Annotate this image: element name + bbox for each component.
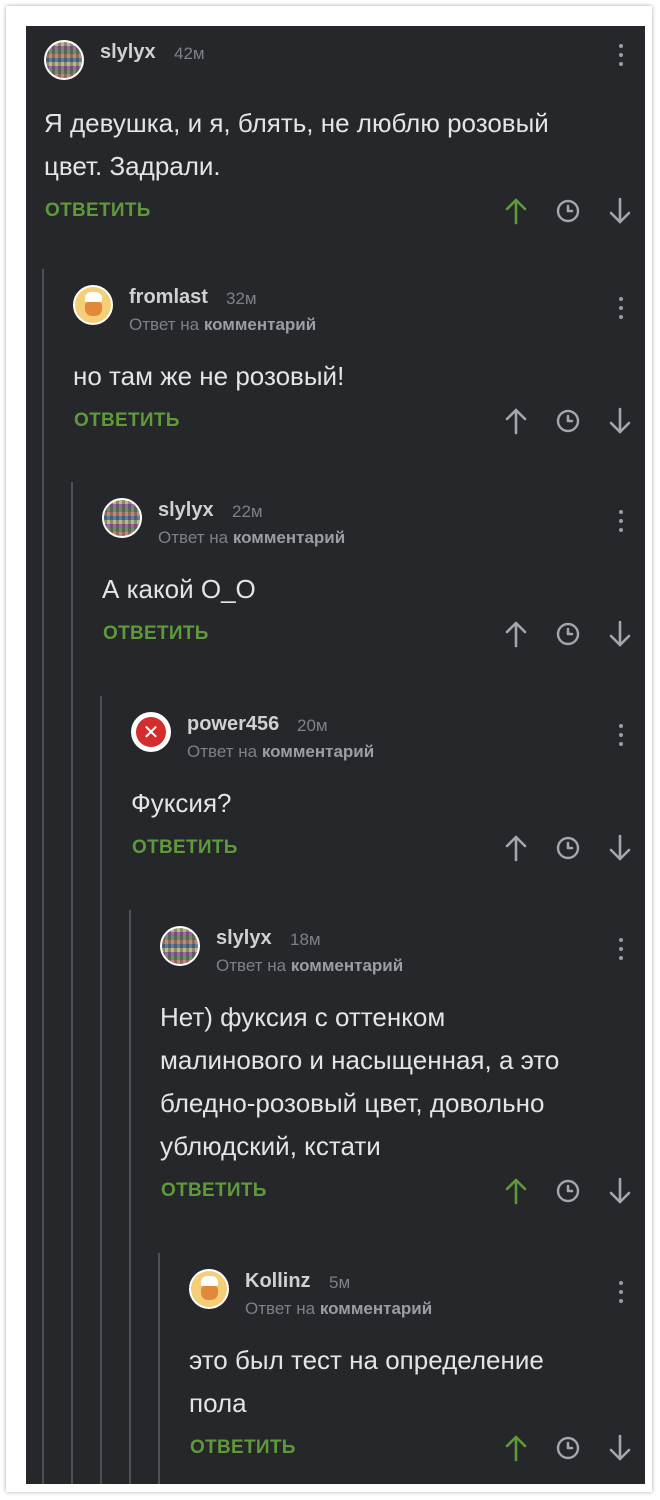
- reply-button[interactable]: ОТВЕТИТЬ: [161, 1180, 267, 1202]
- history-clock-icon[interactable]: [553, 619, 583, 649]
- user-avatar[interactable]: [44, 40, 84, 80]
- comment-text: но там же не розовый!: [73, 355, 344, 398]
- comment-time[interactable]: 5м: [329, 1273, 350, 1293]
- chef-face-shape: [201, 1286, 218, 1300]
- downvote-arrow-icon[interactable]: [605, 1176, 635, 1206]
- error-x-icon: ✕: [136, 717, 166, 747]
- reply-to-line: Ответ на комментарий: [245, 1299, 432, 1319]
- user-avatar[interactable]: ✕: [131, 712, 171, 752]
- reply-button[interactable]: ОТВЕТИТЬ: [190, 1437, 296, 1459]
- thread-indent-line: [42, 269, 44, 1484]
- upvote-arrow-icon[interactable]: [501, 1176, 531, 1206]
- comment-text-line: бледно-розовый цвет, довольно: [160, 1088, 545, 1118]
- comment-text-line: ублюдский, кстати: [160, 1131, 381, 1161]
- thread-indent-line: [100, 696, 102, 1484]
- comment-text: это был тест на определение пола: [189, 1339, 544, 1425]
- downvote-arrow-icon[interactable]: [605, 833, 635, 863]
- username[interactable]: slylyx: [216, 927, 272, 950]
- screenshot-frame: slylyx 42м Я девушка, и я, блять, не люблю…: [6, 6, 652, 1492]
- more-options-icon[interactable]: [618, 297, 624, 323]
- reply-to-link[interactable]: комментарий: [233, 528, 345, 547]
- downvote-arrow-icon[interactable]: [605, 619, 635, 649]
- comment-text: А какой О_О: [102, 568, 256, 611]
- history-clock-icon[interactable]: [553, 406, 583, 436]
- upvote-arrow-icon[interactable]: [501, 833, 531, 863]
- chef-hat-shape: [85, 292, 102, 302]
- chef-face-shape: [85, 302, 102, 316]
- comment-time[interactable]: 42м: [174, 44, 205, 64]
- comment-text-line: пола: [189, 1388, 247, 1418]
- more-options-icon[interactable]: [618, 510, 624, 536]
- username[interactable]: slylyx: [100, 41, 156, 64]
- history-clock-icon[interactable]: [553, 833, 583, 863]
- downvote-arrow-icon[interactable]: [605, 406, 635, 436]
- history-clock-icon[interactable]: [553, 1176, 583, 1206]
- reply-button[interactable]: ОТВЕТИТЬ: [103, 623, 209, 645]
- comment-text-line: малинового и насыщенная, а это: [160, 1045, 560, 1075]
- reply-to-line: Ответ на комментарий: [216, 956, 403, 976]
- comment-time[interactable]: 18м: [290, 930, 321, 950]
- comment-time[interactable]: 32м: [226, 289, 257, 309]
- comment-time[interactable]: 20м: [297, 716, 328, 736]
- upvote-arrow-icon[interactable]: [501, 406, 531, 436]
- comment-thread: slylyx 42м Я девушка, и я, блять, не люблю…: [26, 26, 645, 1484]
- reply-to-prefix: Ответ на: [158, 528, 229, 547]
- comment-text: Фуксия?: [131, 782, 232, 825]
- downvote-arrow-icon[interactable]: [605, 1433, 635, 1463]
- username[interactable]: Kollinz: [245, 1270, 311, 1293]
- reply-button[interactable]: ОТВЕТИТЬ: [74, 410, 180, 432]
- history-clock-icon[interactable]: [553, 196, 583, 226]
- more-options-icon[interactable]: [618, 724, 624, 750]
- downvote-arrow-icon[interactable]: [605, 196, 635, 226]
- comment-text: Я девушка, и я, блять, не люблю розовый ц…: [44, 102, 549, 188]
- more-options-icon[interactable]: [618, 44, 624, 70]
- reply-to-link[interactable]: комментарий: [204, 315, 316, 334]
- reply-to-link[interactable]: комментарий: [291, 956, 403, 975]
- reply-to-line: Ответ на комментарий: [158, 528, 345, 548]
- comment-text-line: Я девушка, и я, блять, не люблю розовый: [44, 108, 549, 138]
- reply-to-prefix: Ответ на: [187, 742, 258, 761]
- thread-indent-line: [129, 910, 131, 1484]
- comment-text-line: это был тест на определение: [189, 1345, 544, 1375]
- upvote-arrow-icon[interactable]: [501, 196, 531, 226]
- reply-to-prefix: Ответ на: [245, 1299, 316, 1318]
- username[interactable]: power456: [187, 713, 279, 736]
- comment-text-line: Нет) фуксия с оттенком: [160, 1002, 446, 1032]
- reply-to-line: Ответ на комментарий: [187, 742, 374, 762]
- comment-text-line: А какой О_О: [102, 574, 256, 604]
- comment-text: Нет) фуксия с оттенком малинового и насыщ…: [160, 996, 559, 1168]
- reply-to-prefix: Ответ на: [129, 315, 200, 334]
- reply-to-line: Ответ на комментарий: [129, 315, 316, 335]
- history-clock-icon[interactable]: [553, 1433, 583, 1463]
- user-avatar[interactable]: [160, 926, 200, 966]
- reply-to-prefix: Ответ на: [216, 956, 287, 975]
- user-avatar[interactable]: [189, 1269, 229, 1309]
- username[interactable]: slylyx: [158, 499, 214, 522]
- user-avatar[interactable]: [102, 498, 142, 538]
- more-options-icon[interactable]: [618, 938, 624, 964]
- comment-text-line: цвет. Задрали.: [44, 151, 221, 181]
- comment-time[interactable]: 22м: [232, 502, 263, 522]
- thread-indent-line: [71, 482, 73, 1484]
- upvote-arrow-icon[interactable]: [501, 619, 531, 649]
- reply-to-link[interactable]: комментарий: [320, 1299, 432, 1318]
- reply-to-link[interactable]: комментарий: [262, 742, 374, 761]
- username[interactable]: fromlast: [129, 286, 208, 309]
- comment-text-line: но там же не розовый!: [73, 361, 345, 391]
- user-avatar[interactable]: [73, 285, 113, 325]
- chef-hat-shape: [201, 1276, 218, 1286]
- reply-button[interactable]: ОТВЕТИТЬ: [45, 200, 151, 222]
- more-options-icon[interactable]: [618, 1281, 624, 1307]
- reply-button[interactable]: ОТВЕТИТЬ: [132, 837, 238, 859]
- thread-indent-line: [158, 1253, 160, 1484]
- comment-text-line: Фуксия?: [131, 788, 232, 818]
- upvote-arrow-icon[interactable]: [501, 1433, 531, 1463]
